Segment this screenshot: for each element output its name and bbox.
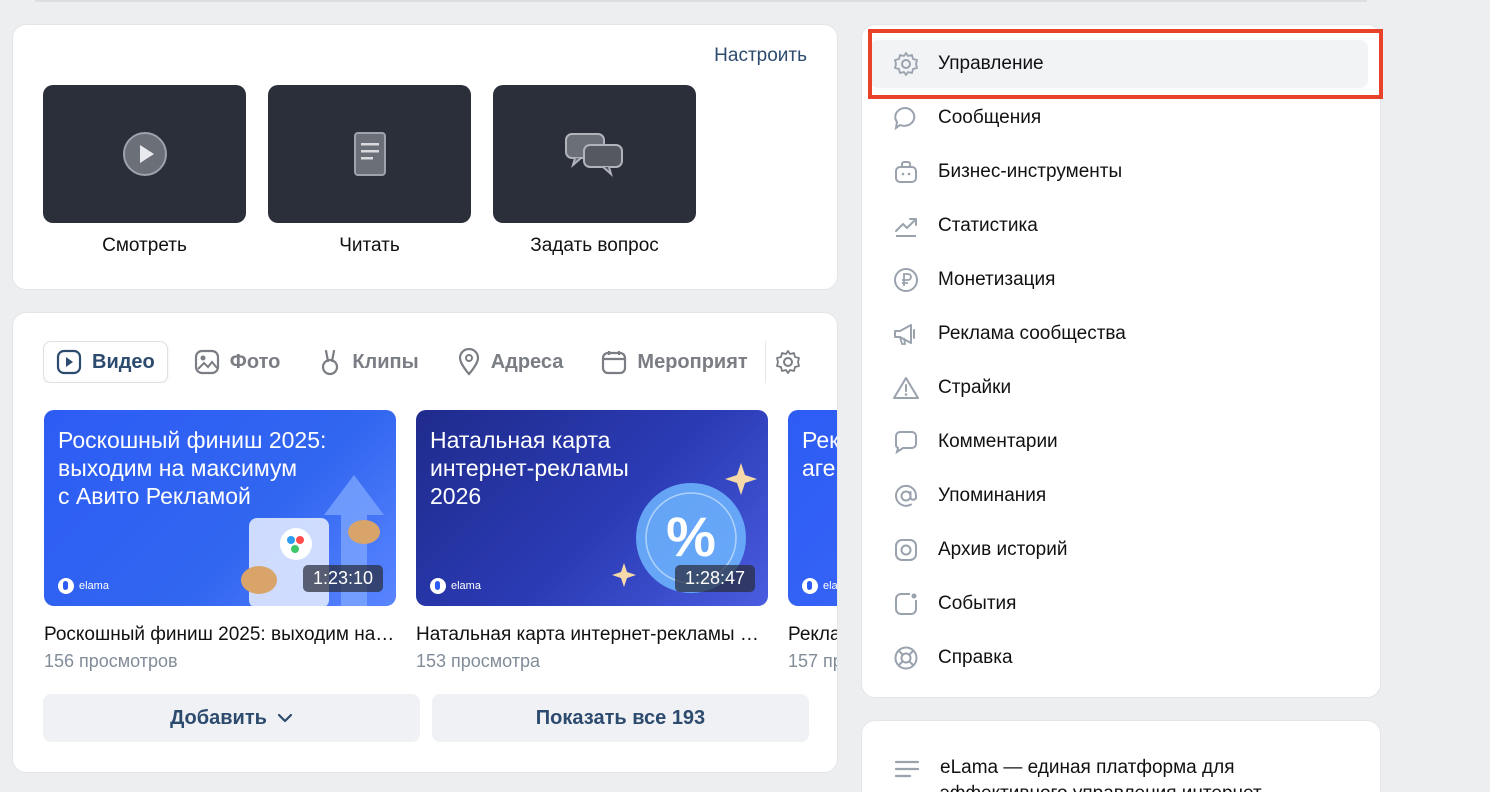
video-card[interactable]: Рекаге elama Рекла 157 пр: [788, 410, 838, 672]
video-title[interactable]: Натальная карта интернет-рекламы 2026: [416, 624, 768, 646]
video-card[interactable]: % Натальная карта интернет-рекламы 2026 el…: [416, 410, 768, 672]
tab-addresses[interactable]: Адреса: [445, 341, 576, 383]
show-all-label: Показать все 193: [535, 706, 706, 729]
menu-item-mentions[interactable]: Упоминания: [870, 472, 1368, 520]
ruble-icon: [894, 268, 918, 292]
top-divider: [35, 0, 1367, 2]
story-archive-icon: [895, 539, 917, 561]
menu-item-label: Реклама сообщества: [938, 323, 1126, 344]
community-menu: Управление Сообщения Бизнес-инструменты …: [861, 24, 1381, 698]
menu-item-label: Управление: [938, 53, 1044, 74]
brand-logo: elama: [802, 578, 837, 594]
brand-logo: elama: [430, 578, 481, 594]
video-views: 153 просмотра: [416, 651, 541, 671]
menu-item-label: Справка: [938, 647, 1013, 668]
menu-item-help[interactable]: Справка: [870, 634, 1368, 682]
video-thumbnail[interactable]: % Натальная карта интернет-рекламы 2026 el…: [416, 410, 768, 606]
chevron-down-icon: [277, 713, 293, 723]
menu-item-label: Сообщения: [938, 107, 1042, 128]
video-thumbnail[interactable]: Рекаге elama: [788, 410, 838, 606]
menu-item-events[interactable]: События: [870, 580, 1368, 628]
message-icon: [894, 106, 916, 131]
thumbnail-text: Рек аге: [802, 427, 838, 481]
media-card: Видео Фото Клипы Адреса Мероприят Роскош…: [12, 312, 838, 773]
tab-label: Видео: [92, 350, 155, 373]
tabs-settings-button[interactable]: [765, 341, 809, 383]
video-duration: 1:28:47: [674, 565, 755, 592]
menu-item-business-tools[interactable]: Бизнес-инструменты: [870, 148, 1368, 196]
video-views: 157 пр: [788, 651, 838, 671]
photo-icon: [194, 349, 219, 375]
video-thumbnail[interactable]: Роскошный финиш 2025: выходим на максимум…: [44, 410, 396, 606]
clips-icon: [322, 349, 339, 376]
tile-read[interactable]: Читать: [268, 85, 471, 257]
menu-item-statistics[interactable]: Статистика: [870, 202, 1368, 250]
menu-item-label: Монетизация: [938, 269, 1056, 290]
lifebuoy-icon: [894, 646, 918, 670]
tab-label: Адреса: [490, 350, 564, 373]
menu-item-community-ads[interactable]: Реклама сообщества: [870, 310, 1368, 358]
menu-item-strikes[interactable]: Страйки: [870, 364, 1368, 412]
description-card: eLama — единая платформа для эффективног…: [861, 720, 1381, 792]
at-icon: [895, 484, 918, 507]
location-pin-icon: [458, 348, 479, 376]
menu-item-label: Бизнес-инструменты: [938, 161, 1123, 182]
menu-item-monetization[interactable]: Монетизация: [870, 256, 1368, 304]
tab-label: Фото: [229, 350, 281, 373]
briefcase-icon: [895, 161, 917, 183]
tab-label: Мероприят: [637, 350, 748, 373]
menu-item-label: Статистика: [938, 215, 1038, 236]
tab-clips[interactable]: Клипы: [306, 341, 430, 383]
thumbnail-text: Роскошный финиш 2025: выходим на максимум…: [58, 427, 327, 509]
text-lines-icon: [894, 760, 920, 778]
menu-item-label: Архив историй: [938, 539, 1068, 560]
video-views: 156 просмотров: [44, 651, 178, 671]
tile-label: Задать вопрос: [530, 235, 659, 256]
menu-item-label: Комментарии: [938, 431, 1058, 452]
media-tabs: Видео Фото Клипы Адреса Мероприят: [43, 341, 809, 383]
menu-item-messages[interactable]: Сообщения: [870, 94, 1368, 142]
add-button-label: Добавить: [170, 706, 267, 729]
gear-icon: [775, 350, 800, 374]
trend-icon: [895, 218, 917, 237]
tile-label: Читать: [339, 235, 400, 256]
menu-item-label: События: [938, 593, 1017, 614]
quick-actions-card: Настроить Смотреть Читать Задать вопрос: [12, 24, 838, 290]
tab-video[interactable]: Видео: [43, 341, 168, 383]
video-title[interactable]: Рекла: [788, 624, 837, 646]
add-button[interactable]: Добавить: [43, 694, 420, 742]
video-duration: 1:23:10: [302, 565, 383, 592]
tab-label: Клипы: [352, 350, 419, 373]
chat-bubbles-icon: [564, 133, 623, 177]
tile-ask-question[interactable]: Задать вопрос: [493, 85, 696, 257]
configure-link[interactable]: Настроить: [714, 45, 807, 67]
play-icon: [122, 132, 167, 176]
tile-label: Смотреть: [102, 235, 187, 256]
video-icon: [56, 349, 82, 375]
calendar-icon: [602, 351, 627, 375]
gear-icon: [894, 52, 918, 76]
document-icon: [353, 132, 386, 176]
tab-events[interactable]: Мероприят: [589, 341, 759, 383]
menu-item-comments[interactable]: Комментарии: [870, 418, 1368, 466]
menu-item-label: Страйки: [938, 377, 1012, 398]
brand-logo: elama: [58, 578, 109, 594]
tab-photo[interactable]: Фото: [182, 341, 293, 383]
menu-item-management[interactable]: Управление: [870, 40, 1368, 88]
show-all-button[interactable]: Показать все 193: [432, 694, 809, 742]
warning-icon: [893, 377, 919, 399]
tile-watch[interactable]: Смотреть: [43, 85, 246, 257]
community-description: eLama — единая платформа для эффективног…: [940, 757, 1268, 792]
video-card[interactable]: Роскошный финиш 2025: выходим на максимум…: [44, 410, 396, 672]
menu-item-label: Упоминания: [938, 485, 1047, 506]
menu-item-stories-archive[interactable]: Архив историй: [870, 526, 1368, 574]
comment-icon: [894, 431, 917, 455]
megaphone-icon: [894, 324, 915, 345]
thumbnail-text: Натальная карта интернет-рекламы 2026: [430, 427, 629, 509]
video-list: Роскошный финиш 2025: выходим на максимум…: [44, 410, 838, 672]
events-icon: [895, 593, 917, 615]
svg-text:%: %: [666, 505, 716, 568]
video-title[interactable]: Роскошный финиш 2025: выходим на максиму…: [44, 624, 396, 646]
